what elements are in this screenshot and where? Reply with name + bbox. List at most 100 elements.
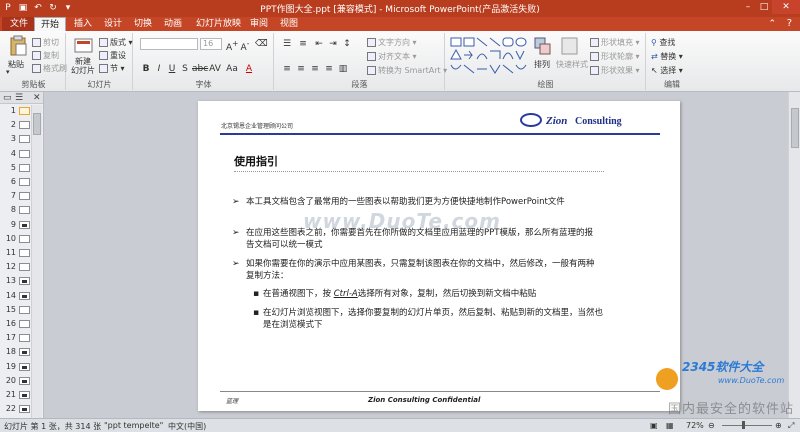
zoom-level[interactable]: 72%: [686, 421, 704, 430]
format-painter-button[interactable]: 格式刷: [32, 63, 67, 74]
language[interactable]: 中文(中国): [168, 421, 206, 432]
justify-button[interactable]: ≡: [323, 63, 335, 75]
new-slide-button[interactable]: 新建 幻灯片: [71, 57, 95, 75]
replace-button[interactable]: ⇄ 替换 ▾: [651, 51, 683, 62]
thumbnail-preview[interactable]: [19, 192, 30, 201]
bullet-3[interactable]: ➢ 如果你需要在你的演示中应用某图表，只需复制该图表在你的文档中，然后修改，一般…: [232, 258, 601, 282]
quick-styles-icon[interactable]: [561, 37, 579, 57]
thumbnail-preview[interactable]: [19, 206, 30, 215]
tab-slideshow[interactable]: 幻灯片放映: [190, 17, 247, 31]
thumbnail-preview[interactable]: [19, 178, 30, 186]
find-button[interactable]: ⚲ 查找: [651, 37, 675, 48]
tab-design[interactable]: 设计: [98, 17, 128, 31]
close-button[interactable]: ✕: [772, 0, 800, 14]
sorter-view-icon[interactable]: ▦: [666, 421, 674, 430]
tab-animations[interactable]: 动画: [158, 17, 188, 31]
help-icon[interactable]: ?: [787, 18, 792, 29]
align-left-button[interactable]: ≡: [281, 63, 293, 75]
thumbnail-preview[interactable]: [19, 121, 30, 130]
bullets-button[interactable]: ☰: [281, 38, 293, 50]
tab-slides-icon[interactable]: ▭: [3, 92, 12, 104]
new-slide-icon[interactable]: [74, 36, 94, 56]
tab-home[interactable]: 开始: [34, 17, 67, 31]
maximize-button[interactable]: □: [756, 0, 772, 14]
layout-button[interactable]: 版式 ▾: [99, 37, 133, 48]
increase-indent-button[interactable]: ⇥: [327, 38, 339, 50]
zoom-in-icon[interactable]: ⊕: [775, 421, 782, 430]
reset-button[interactable]: 重设: [99, 50, 126, 61]
zoom-slider[interactable]: [722, 425, 772, 426]
change-case-button[interactable]: Aa: [226, 63, 238, 75]
shapes-gallery[interactable]: [450, 37, 528, 75]
shape-outline-button[interactable]: 形状轮廓 ▾: [590, 51, 640, 62]
scrollbar-thumb[interactable]: [33, 113, 41, 135]
thumbnail-preview[interactable]: [19, 405, 30, 414]
minimize-button[interactable]: –: [740, 0, 756, 14]
shape-effects-button[interactable]: 形状效果 ▾: [590, 65, 640, 76]
text-direction-button[interactable]: 文字方向 ▾: [367, 37, 417, 48]
slide[interactable]: 北京锡恩企业管理顾问公司 Zion Consulting 使用指引 ➢ 本工具文…: [198, 101, 680, 411]
tab-transitions[interactable]: 切换: [128, 17, 158, 31]
thumbnail-preview[interactable]: [19, 348, 30, 357]
thumbnail-preview[interactable]: [19, 362, 30, 371]
slide-heading[interactable]: 使用指引: [234, 153, 278, 169]
thumbnail-preview[interactable]: [19, 220, 30, 229]
underline-button[interactable]: U: [166, 63, 178, 75]
copy-button[interactable]: 复制: [32, 50, 59, 61]
shrink-font-button[interactable]: A-: [239, 38, 251, 53]
scrollbar-thumb[interactable]: [791, 108, 799, 148]
strikethrough-button[interactable]: abc: [192, 63, 208, 75]
sub-bullet-2[interactable]: ▪ 在幻灯片浏览视图下，选择你要复制的幻灯片单页，然后复制、粘贴到新的文档里，当…: [253, 307, 603, 331]
section-button[interactable]: 节 ▾: [99, 63, 125, 74]
font-name-combo[interactable]: [140, 38, 198, 50]
tab-outline-icon[interactable]: ☰: [15, 92, 23, 104]
paste-dropdown-icon[interactable]: ▾: [6, 68, 10, 76]
convert-smartart-button[interactable]: 转换为 SmartArt ▾: [367, 65, 447, 76]
normal-view-icon[interactable]: ▣: [650, 421, 658, 430]
thumbnail-preview[interactable]: [19, 391, 30, 399]
decrease-indent-button[interactable]: ⇤: [313, 38, 325, 50]
bullet-1[interactable]: ➢ 本工具文档包含了最常用的一些图表以帮助我们更为方便快捷地制作PowerPoi…: [232, 196, 601, 208]
shadow-button[interactable]: S: [179, 63, 191, 75]
paste-icon[interactable]: [8, 35, 28, 57]
line-spacing-button[interactable]: ↕: [341, 38, 353, 50]
thumbnail-preview[interactable]: [19, 234, 30, 243]
tab-insert[interactable]: 插入: [68, 17, 98, 31]
tab-view[interactable]: 视图: [274, 17, 304, 31]
close-pane-icon[interactable]: ✕: [33, 92, 41, 104]
thumbnail-scrollbar[interactable]: [31, 105, 42, 418]
fit-slide-icon[interactable]: ⤢: [788, 421, 794, 431]
zoom-slider-thumb[interactable]: [742, 421, 745, 429]
thumbnail-preview[interactable]: [19, 135, 30, 144]
font-size-combo[interactable]: 16: [200, 38, 222, 50]
grow-font-button[interactable]: A+: [226, 38, 238, 53]
paste-button[interactable]: 粘贴: [8, 59, 24, 70]
columns-button[interactable]: ▥: [337, 63, 349, 75]
select-button[interactable]: ↖ 选择 ▾: [651, 65, 683, 76]
thumbnail-preview[interactable]: [19, 277, 30, 286]
thumbnail-preview[interactable]: [19, 376, 30, 385]
thumbnail-preview[interactable]: [19, 263, 30, 272]
shape-fill-button[interactable]: 形状填充 ▾: [590, 37, 640, 48]
thumbnail-preview[interactable]: [19, 305, 30, 314]
thumbnail-preview[interactable]: [19, 163, 30, 172]
align-text-button[interactable]: 对齐文本 ▾: [367, 51, 417, 62]
numbering-button[interactable]: ≡: [297, 38, 309, 50]
clear-format-button[interactable]: ⌫: [255, 38, 268, 50]
font-color-button[interactable]: A: [243, 63, 255, 75]
bold-button[interactable]: B: [140, 63, 152, 75]
cut-button[interactable]: 剪切: [32, 37, 59, 48]
align-center-button[interactable]: ≡: [295, 63, 307, 75]
arrange-button[interactable]: 排列: [534, 59, 550, 70]
thumbnail-preview[interactable]: [19, 149, 30, 158]
italic-button[interactable]: I: [153, 63, 165, 75]
quick-styles-button[interactable]: 快速样式: [556, 59, 588, 70]
thumbnail-preview[interactable]: [19, 107, 30, 115]
char-spacing-button[interactable]: AV: [209, 63, 221, 75]
zoom-out-icon[interactable]: ⊖: [708, 421, 715, 430]
sub-bullet-1[interactable]: ▪ 在普通视图下，按 Ctrl-A选择所有对象，复制，然后切换到新文档中粘贴: [253, 288, 603, 300]
align-right-button[interactable]: ≡: [309, 63, 321, 75]
tab-file[interactable]: 文件: [2, 17, 37, 31]
thumbnail-preview[interactable]: [19, 320, 30, 328]
thumbnail-preview[interactable]: [19, 249, 30, 257]
